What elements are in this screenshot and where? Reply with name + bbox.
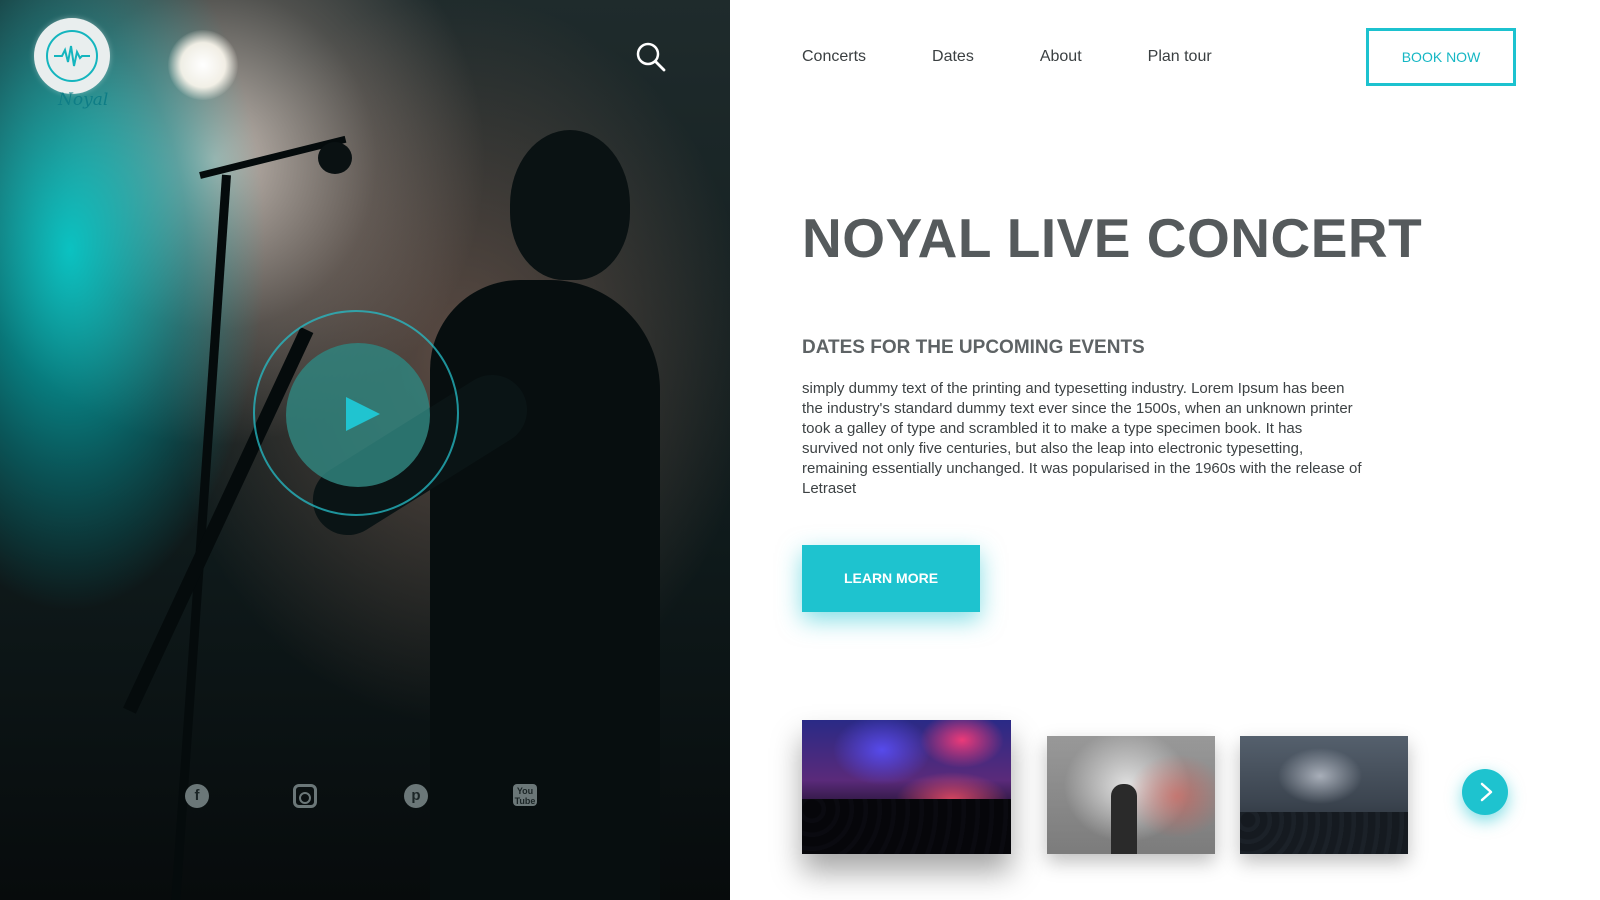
crowd-silhouette — [1240, 812, 1408, 854]
nav-concerts[interactable]: Concerts — [802, 44, 866, 74]
soundwave-icon — [54, 45, 90, 67]
gallery-next-button[interactable] — [1462, 769, 1508, 815]
main-nav: Concerts Dates About Plan tour — [802, 44, 1278, 74]
book-now-button[interactable]: BOOK NOW — [1366, 28, 1516, 86]
section-subtitle: DATES FOR THE UPCOMING EVENTS — [802, 337, 1145, 358]
performer-head — [510, 130, 630, 280]
instagram-lens — [299, 792, 311, 804]
search-icon[interactable] — [636, 42, 666, 72]
play-video-button[interactable] — [253, 310, 459, 516]
youtube-icon[interactable]: You Tube — [513, 784, 537, 806]
pinterest-icon[interactable]: p — [404, 784, 428, 808]
nav-plan-tour[interactable]: Plan tour — [1148, 44, 1212, 74]
hero-panel: Noyal f p You Tube — [0, 0, 730, 900]
instagram-icon[interactable] — [293, 784, 317, 808]
gallery-thumb-stage-crowd[interactable] — [1240, 736, 1408, 854]
page-title: NOYAL LIVE CONCERT — [802, 207, 1423, 269]
nav-about[interactable]: About — [1040, 44, 1082, 74]
gallery-thumb-concert-lights[interactable] — [802, 720, 1011, 854]
crowd-silhouette — [802, 799, 1011, 854]
play-disc — [286, 343, 430, 487]
description-text: simply dummy text of the printing and ty… — [802, 380, 1362, 497]
learn-more-button[interactable]: LEARN MORE — [802, 545, 980, 612]
microphone — [318, 142, 352, 174]
chevron-right-icon — [1480, 782, 1493, 802]
nav-dates[interactable]: Dates — [932, 44, 974, 74]
stage-spotlight — [168, 30, 238, 100]
performer-body — [430, 280, 660, 900]
logo[interactable] — [34, 18, 110, 94]
logo-wordmark: Noyal — [58, 90, 109, 110]
facebook-icon[interactable]: f — [185, 784, 209, 808]
performer-silhouette — [1111, 784, 1137, 854]
play-icon — [346, 397, 380, 431]
gallery-thumb-smoke-performer[interactable] — [1047, 736, 1215, 854]
